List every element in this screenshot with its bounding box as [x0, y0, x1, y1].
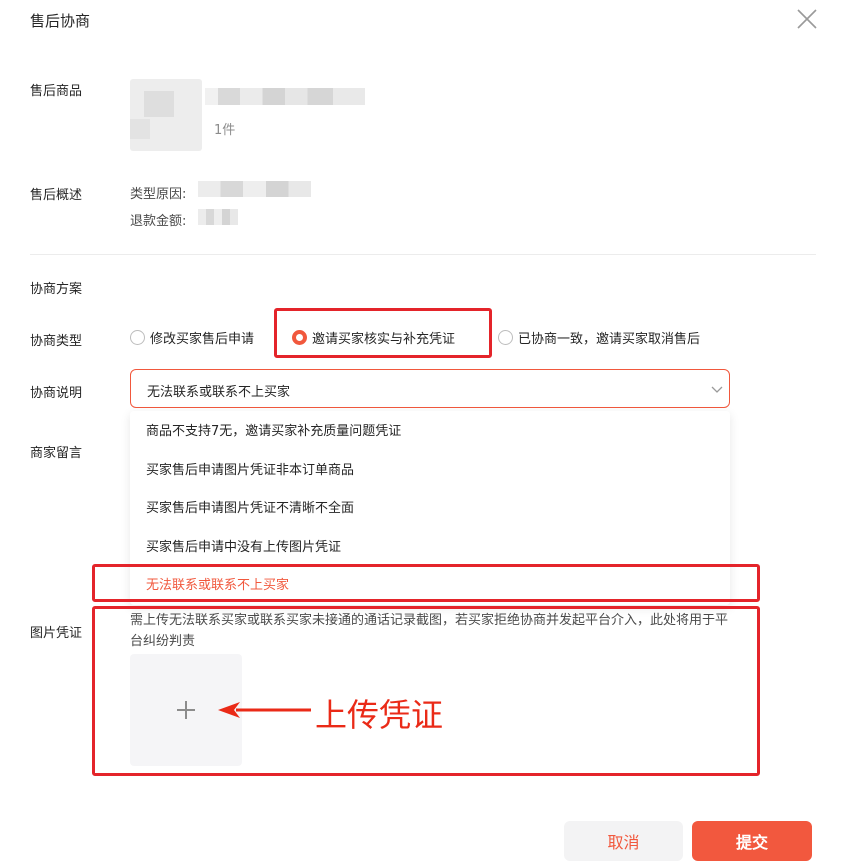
dialog-title: 售后协商 [30, 12, 91, 30]
reason-label: 类型原因: [130, 187, 187, 202]
radio-label: 修改买家售后申请 [150, 332, 255, 347]
type-label: 协商类型 [30, 334, 83, 349]
refund-label: 退款金额: [130, 214, 187, 229]
negotiation-desc-select[interactable]: 无法联系或联系不上买家 [130, 369, 730, 408]
product-label: 售后商品 [30, 84, 83, 99]
annotation-arrow-icon [218, 702, 311, 718]
select-value: 无法联系或联系不上买家 [147, 385, 291, 400]
desc-label: 协商说明 [30, 386, 83, 401]
note-label: 商家留言 [30, 446, 83, 461]
product-name-redacted [205, 88, 365, 105]
dropdown-option[interactable]: 买家售后申请图片凭证不清晰不全面 [146, 497, 354, 516]
dropdown-option[interactable]: 商品不支持7无，邀请买家补充质量问题凭证 [146, 420, 401, 439]
radio-label: 已协商一致，邀请买家取消售后 [518, 332, 701, 347]
reason-redacted [198, 181, 311, 197]
chevron-down-icon [711, 386, 723, 393]
radio-modify-request[interactable]: 修改买家售后申请 [130, 328, 254, 347]
dropdown-option[interactable]: 买家售后申请图片凭证非本订单商品 [146, 459, 354, 478]
radio-circle[interactable] [130, 330, 145, 345]
radio-invite-verify[interactable]: 邀请买家核实与补充凭证 [292, 328, 455, 347]
radio-agreed-cancel[interactable]: 已协商一致，邀请买家取消售后 [498, 328, 700, 347]
radio-label: 邀请买家核实与补充凭证 [312, 332, 456, 347]
submit-button[interactable]: 提交 [692, 821, 812, 861]
upload-hint: 需上传无法联系买家或联系买家未接通的通话记录截图，若买家拒绝协商并发起平台介入，… [130, 613, 729, 649]
dropdown-option-selected[interactable]: 无法联系或联系不上买家 [146, 574, 289, 593]
summary-label: 售后概述 [30, 188, 83, 203]
radio-circle[interactable] [498, 330, 513, 345]
dropdown-menu: 商品不支持7无，邀请买家补充质量问题凭证 买家售后申请图片凭证非本订单商品 买家… [130, 411, 730, 605]
annotation-upload-callout: 上传凭证 [315, 696, 444, 734]
refund-redacted [198, 209, 238, 225]
radio-circle-checked[interactable] [292, 330, 307, 345]
proof-label: 图片凭证 [30, 626, 83, 641]
section-divider [30, 254, 816, 255]
close-icon[interactable] [796, 8, 818, 30]
plan-section-label: 协商方案 [30, 282, 83, 297]
product-quantity: 1件 [214, 123, 236, 138]
product-thumbnail [130, 79, 202, 151]
dropdown-option[interactable]: 买家售后申请中没有上传图片凭证 [146, 536, 341, 555]
cancel-button[interactable]: 取消 [564, 821, 683, 861]
